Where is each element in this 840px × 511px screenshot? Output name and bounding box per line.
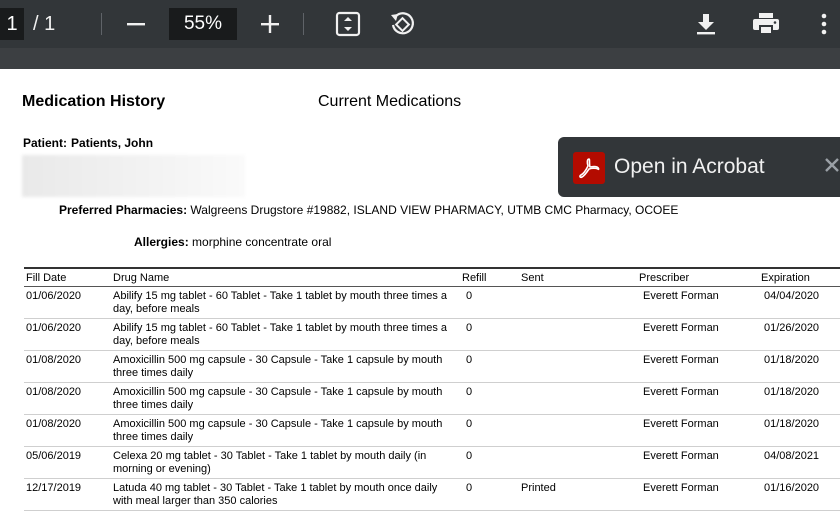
table-row: 12/17/2019 Latuda 40 mg tablet - 30 Tabl… [24, 479, 840, 511]
viewer-background [0, 48, 840, 69]
cell-prescriber: Everett Forman [643, 386, 719, 398]
download-icon [697, 14, 715, 35]
table-row: 05/06/2019 Celexa 20 mg tablet - 30 Tabl… [24, 447, 840, 479]
zoom-in-button[interactable] [254, 8, 286, 40]
allergies-value: morphine concentrate oral [192, 235, 332, 249]
allergies-line: Allergies: morphine concentrate oral [134, 235, 331, 249]
cell-fill-date: 01/08/2020 [26, 418, 82, 430]
cell-drug-name: Abilify 15 mg tablet - 60 Tablet - Take … [113, 290, 448, 315]
minus-icon [127, 23, 145, 26]
cell-prescriber: Everett Forman [643, 450, 719, 462]
cell-expiration: 04/04/2020 [764, 290, 820, 302]
table-row: 01/08/2020 Amoxicillin 500 mg capsule - … [24, 351, 840, 383]
acrobat-logo-icon [573, 152, 605, 184]
header-drug-name: Drug Name [113, 272, 170, 284]
print-icon [753, 13, 779, 35]
pdf-toolbar: 1 / 1 55% [0, 0, 840, 48]
cell-refill: 0 [466, 386, 473, 398]
print-button[interactable] [750, 8, 782, 40]
plus-icon [261, 15, 279, 33]
cell-expiration: 01/16/2020 [764, 482, 820, 494]
document-title: Medication History [22, 93, 166, 110]
cell-fill-date: 01/08/2020 [26, 354, 82, 366]
document-subtitle: Current Medications [318, 93, 462, 110]
rotate-icon [391, 12, 414, 35]
cell-fill-date: 12/17/2019 [26, 482, 82, 494]
redacted-patient-details [22, 155, 245, 197]
cell-prescriber: Everett Forman [643, 290, 719, 302]
table-row: 01/06/2020 Abilify 15 mg tablet - 60 Tab… [24, 287, 840, 319]
cell-expiration: 01/18/2020 [764, 354, 820, 366]
pharmacies-line: Preferred Pharmacies: Walgreens Drugstor… [59, 203, 678, 217]
header-prescriber: Prescriber [639, 272, 690, 284]
zoom-level-input[interactable]: 55% [169, 8, 237, 40]
open-in-acrobat-toast[interactable]: Open in Acrobat [558, 137, 840, 197]
cell-sent: Printed [521, 482, 556, 494]
cell-prescriber: Everett Forman [643, 322, 719, 334]
table-row: 01/06/2020 Abilify 15 mg tablet - 60 Tab… [24, 319, 840, 351]
cell-expiration: 01/18/2020 [764, 418, 820, 430]
header-expiration: Expiration [761, 272, 810, 284]
open-in-acrobat-label[interactable]: Open in Acrobat [614, 155, 765, 179]
cell-expiration: 04/08/2021 [764, 450, 820, 462]
cell-drug-name: Latuda 40 mg tablet - 30 Tablet - Take 1… [113, 482, 438, 507]
patient-name: Patients, John [71, 136, 154, 150]
more-vert-icon [821, 13, 827, 35]
cell-drug-name: Abilify 15 mg tablet - 60 Tablet - Take … [113, 322, 448, 347]
cell-refill: 0 [466, 482, 473, 494]
cell-prescriber: Everett Forman [643, 418, 719, 430]
page-total: / 1 [33, 13, 56, 35]
toolbar-divider [101, 13, 102, 35]
header-sent: Sent [521, 272, 544, 284]
cell-refill: 0 [466, 290, 473, 302]
zoom-out-button[interactable] [120, 8, 152, 40]
close-icon [825, 158, 839, 172]
fit-page-icon [335, 11, 361, 37]
cell-fill-date: 01/06/2020 [26, 322, 82, 334]
toolbar-divider [303, 13, 304, 35]
cell-drug-name: Amoxicillin 500 mg capsule - 30 Capsule … [113, 386, 443, 411]
table-row: 01/08/2020 Amoxicillin 500 mg capsule - … [24, 415, 840, 447]
cell-fill-date: 05/06/2019 [26, 450, 82, 462]
more-options-button[interactable] [808, 8, 840, 40]
cell-expiration: 01/26/2020 [764, 322, 820, 334]
rotate-button[interactable] [386, 8, 418, 40]
pharmacies-label: Preferred Pharmacies: [59, 203, 188, 217]
cell-drug-name: Celexa 20 mg tablet - 30 Tablet - Take 1… [113, 450, 427, 475]
table-header: Fill Date Drug Name Refill Sent Prescrib… [24, 269, 840, 287]
cell-refill: 0 [466, 354, 473, 366]
header-fill-date: Fill Date [26, 272, 67, 284]
cell-refill: 0 [466, 418, 473, 430]
cell-fill-date: 01/08/2020 [26, 386, 82, 398]
header-refill: Refill [462, 272, 487, 284]
cell-drug-name: Amoxicillin 500 mg capsule - 30 Capsule … [113, 354, 443, 379]
patient-label: Patient: [23, 136, 68, 150]
pdf-page: Medication History Current Medications P… [0, 69, 840, 511]
patient-line: Patient: Patients, John [23, 136, 153, 150]
cell-refill: 0 [466, 322, 473, 334]
cell-prescriber: Everett Forman [643, 354, 719, 366]
cell-prescriber: Everett Forman [643, 482, 719, 494]
cell-refill: 0 [466, 450, 473, 462]
download-button[interactable] [690, 8, 722, 40]
allergies-label: Allergies: [134, 235, 189, 249]
fit-to-page-button[interactable] [332, 8, 364, 40]
table-row: 01/08/2020 Amoxicillin 500 mg capsule - … [24, 383, 840, 415]
pharmacies-value: Walgreens Drugstore #19882, ISLAND VIEW … [190, 203, 679, 217]
cell-fill-date: 01/06/2020 [26, 290, 82, 302]
close-toast-button[interactable] [820, 153, 840, 177]
cell-expiration: 01/18/2020 [764, 386, 820, 398]
medication-table: Fill Date Drug Name Refill Sent Prescrib… [24, 267, 840, 511]
page-number-input[interactable]: 1 [0, 8, 24, 40]
cell-drug-name: Amoxicillin 500 mg capsule - 30 Capsule … [113, 418, 443, 443]
